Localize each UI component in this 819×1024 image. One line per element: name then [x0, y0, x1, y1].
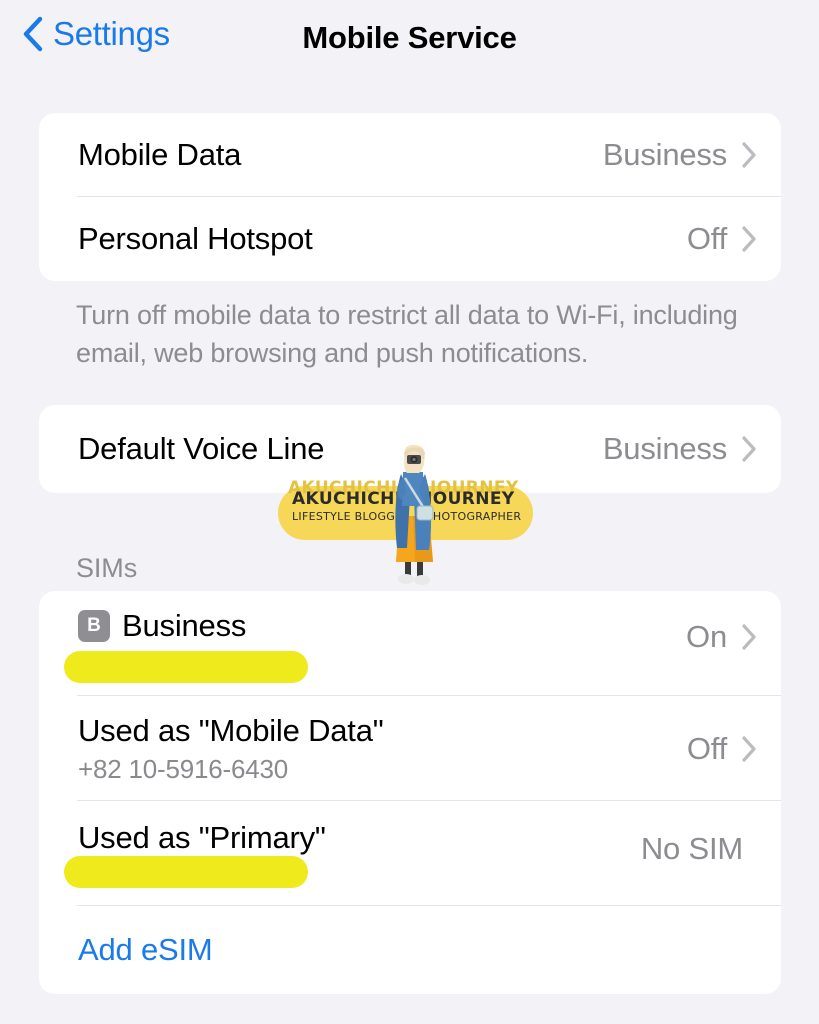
row-add-esim-title: Add eSIM: [78, 932, 213, 967]
chevron-right-icon: [741, 141, 757, 169]
row-add-esim[interactable]: Add eSIM: [39, 906, 781, 994]
chevron-right-icon: [741, 735, 757, 763]
row-sim-business-value: On: [686, 619, 727, 654]
row-default-voice-line-value: Business: [602, 431, 727, 466]
row-sim-mobile-data-title: Used as "Mobile Data": [78, 712, 384, 748]
mobile-data-card: Mobile Data Business Personal Hotspot Of…: [39, 113, 781, 281]
chevron-right-icon: [741, 623, 757, 651]
row-personal-hotspot-right: Off: [687, 221, 757, 257]
row-mobile-data[interactable]: Mobile Data Business: [39, 113, 781, 197]
row-personal-hotspot-left: Personal Hotspot: [78, 220, 687, 258]
row-default-voice-line-left: Default Voice Line: [78, 430, 603, 468]
chevron-right-icon: [741, 225, 757, 253]
row-personal-hotspot[interactable]: Personal Hotspot Off: [39, 197, 781, 281]
watermark-brand-right-block: JOURNEY PHOTOGRAPHER: [426, 490, 521, 524]
row-mobile-data-left: Mobile Data: [78, 136, 603, 174]
row-sim-business-titleline: B Business: [78, 607, 686, 645]
default-voice-line-card: Default Voice Line Business: [39, 405, 781, 493]
watermark-subtitle-right: PHOTOGRAPHER: [426, 510, 522, 523]
sims-group-header: SIMs: [76, 553, 138, 583]
row-sim-mobile-data-left: Used as "Mobile Data" +82 10-5916-6430: [78, 712, 687, 786]
watermark-pill: [278, 486, 533, 540]
row-sim-business-title: Business: [122, 608, 247, 643]
redaction-bar-business: [64, 651, 308, 683]
row-mobile-data-value: Business: [602, 137, 727, 172]
watermark-subtitle-left: LIFESTYLE BLOGGER: [292, 510, 411, 523]
row-personal-hotspot-title: Personal Hotspot: [78, 221, 313, 256]
mobile-data-footer-note: Turn off mobile data to restrict all dat…: [76, 300, 738, 368]
row-sim-primary[interactable]: Used as "Primary" No SIM: [39, 801, 781, 906]
row-sim-mobile-data-right: Off: [687, 731, 757, 767]
row-sim-business-right: On: [686, 619, 757, 655]
row-default-voice-line-title: Default Voice Line: [78, 431, 325, 466]
redaction-bar-primary: [64, 856, 308, 888]
row-sim-primary-title: Used as "Primary": [78, 820, 326, 855]
row-sim-business-left: B Business: [78, 607, 686, 645]
row-sim-primary-left: Used as "Primary": [78, 819, 641, 857]
row-sim-mobile-data-value: Off: [686, 730, 727, 766]
navigation-bar: Settings Mobile Service: [0, 0, 819, 88]
row-add-esim-left: Add eSIM: [78, 931, 757, 969]
row-personal-hotspot-value: Off: [686, 221, 727, 256]
row-sim-mobile-data[interactable]: Used as "Mobile Data" +82 10-5916-6430 O…: [39, 696, 781, 801]
sim-badge-icon: B: [78, 610, 110, 642]
page-title: Mobile Service: [302, 20, 517, 55]
row-sim-primary-right: No SIM: [641, 831, 757, 867]
row-mobile-data-right: Business: [603, 137, 757, 173]
watermark-brand-left-block: AKUCHICHIE LIFESTYLE BLOGGER: [292, 490, 414, 524]
row-sim-mobile-data-subtitle: +82 10-5916-6430: [78, 753, 289, 784]
row-default-voice-line-right: Business: [603, 431, 757, 467]
row-mobile-data-title: Mobile Data: [78, 137, 242, 172]
row-sim-primary-value: No SIM: [640, 831, 743, 866]
row-default-voice-line[interactable]: Default Voice Line Business: [39, 405, 781, 493]
chevron-right-icon: [741, 435, 757, 463]
